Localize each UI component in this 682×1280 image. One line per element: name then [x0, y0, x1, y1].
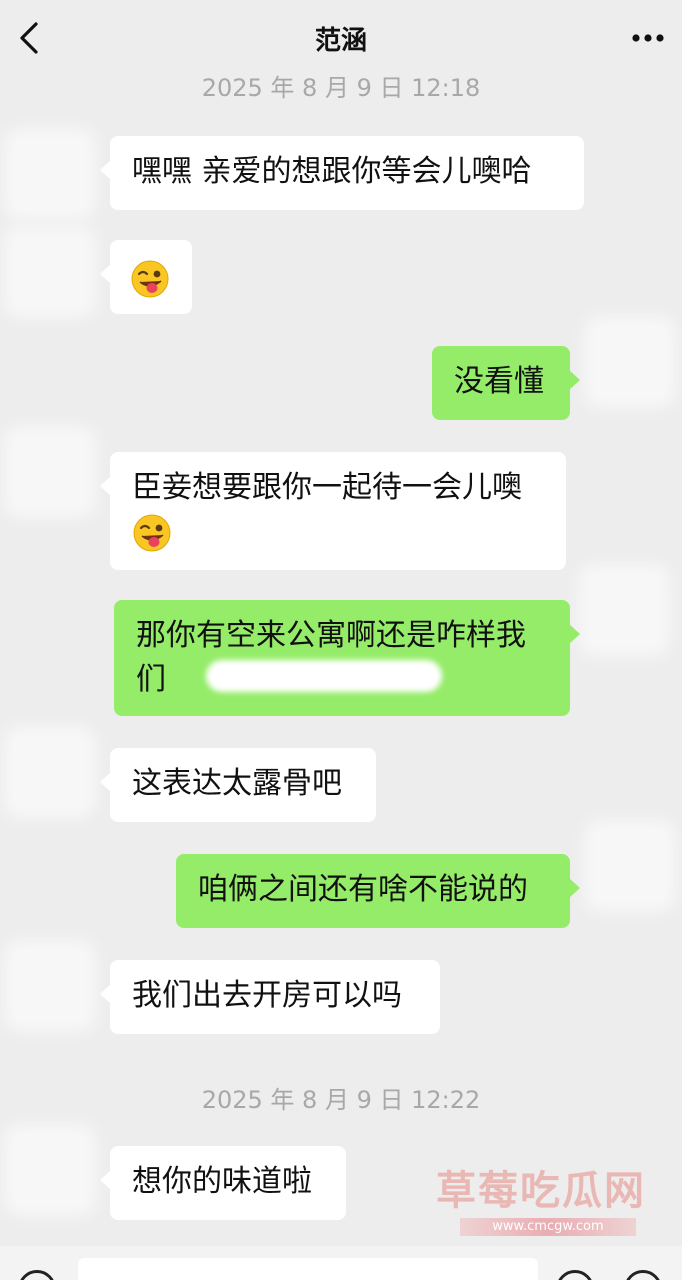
message-bubble-outgoing[interactable]: 咱俩之间还有啥不能说的 [176, 854, 580, 928]
my-avatar[interactable] [588, 574, 660, 646]
message-text: 我们出去开房可以吗 [132, 978, 402, 1013]
message-text: 想你的味道啦 [132, 1164, 312, 1199]
my-avatar[interactable] [594, 830, 666, 902]
message-text: 咱俩之间还有啥不能说的 [198, 872, 528, 907]
watermark-text: 草莓吃瓜网 [436, 1168, 646, 1214]
voice-icon[interactable] [18, 1270, 56, 1280]
message-bubble-incoming[interactable]: 我们出去开房可以吗 [100, 960, 440, 1034]
message-timestamp: 2025 年 8 月 9 日 12:18 [201, 74, 481, 102]
more-dots-icon [632, 34, 664, 42]
watermark-url: www.cmcgw.com [460, 1218, 636, 1236]
message-bubble-incoming[interactable]: 嘿嘿 亲爱的想跟你等会儿噢哈 [100, 136, 584, 210]
contact-avatar[interactable] [14, 1134, 86, 1206]
message-bubble-outgoing[interactable]: 没看懂 [432, 346, 580, 420]
chat-title: 范涵 [314, 26, 367, 56]
redaction-smudge [206, 660, 442, 692]
contact-avatar[interactable] [14, 436, 86, 508]
message-bubble-incoming[interactable]: 这表达太露骨吧 [100, 748, 376, 822]
message-input[interactable] [78, 1258, 538, 1280]
add-icon[interactable] [624, 1270, 662, 1280]
message-bubble-incoming[interactable]: 想你的味道啦 [100, 1146, 346, 1220]
contact-avatar[interactable] [14, 736, 86, 808]
message-bubble-incoming[interactable]: 臣妾想要跟你一起待一会儿噢 [100, 452, 566, 570]
more-button[interactable] [628, 22, 668, 54]
message-text: 没看懂 [454, 364, 544, 399]
winking-tongue-emoji-icon [133, 514, 171, 551]
site-watermark: 草莓吃瓜网 www.cmcgw.com [436, 1158, 646, 1238]
contact-avatar[interactable] [14, 138, 86, 210]
emoji-icon[interactable] [556, 1270, 594, 1280]
contact-avatar[interactable] [14, 236, 86, 308]
message-bubble-incoming[interactable] [100, 240, 192, 314]
message-text: 这表达太露骨吧 [132, 766, 342, 801]
chat-header: 范涵 [0, 0, 682, 78]
winking-tongue-emoji-icon [131, 260, 169, 297]
contact-avatar[interactable] [14, 950, 86, 1022]
my-avatar[interactable] [594, 326, 666, 398]
message-text: 臣妾想要跟你一起待一会儿噢 [132, 470, 522, 505]
chat-input-bar [0, 1246, 682, 1280]
message-bubble-outgoing[interactable]: 那你有空来公寓啊还是咋样我 们 [114, 600, 580, 716]
message-text-line: 那你有空来公寓啊还是咋样我 [136, 618, 526, 653]
message-timestamp: 2025 年 8 月 9 日 12:22 [201, 1086, 481, 1114]
message-text: 嘿嘿 亲爱的想跟你等会儿噢哈 [132, 154, 532, 189]
